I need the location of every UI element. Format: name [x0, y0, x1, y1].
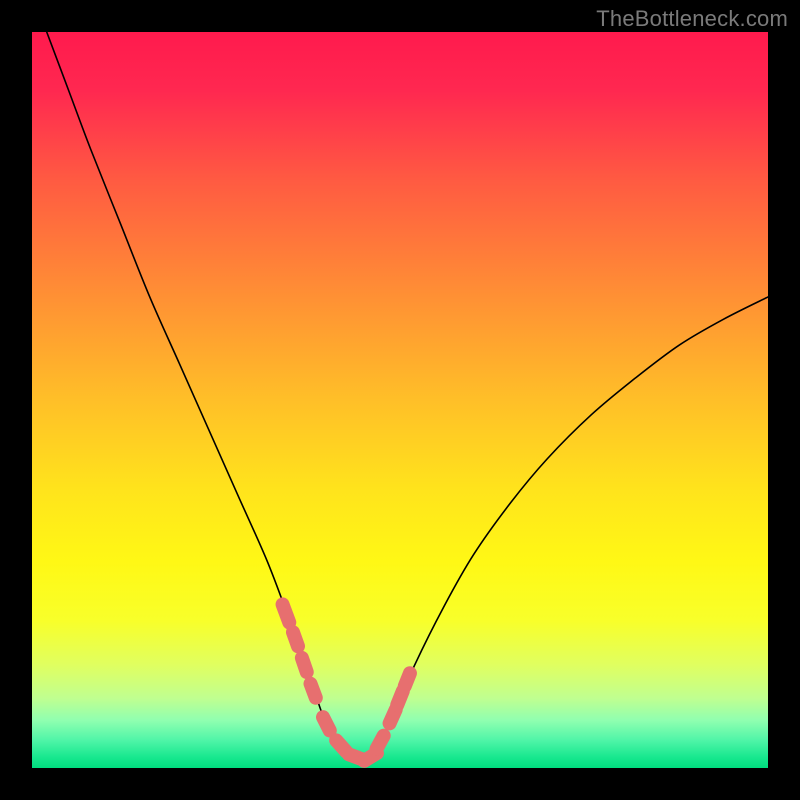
- chart-svg: [32, 32, 768, 768]
- chart-canvas: [32, 32, 768, 768]
- watermark-label: TheBottleneck.com: [596, 6, 788, 32]
